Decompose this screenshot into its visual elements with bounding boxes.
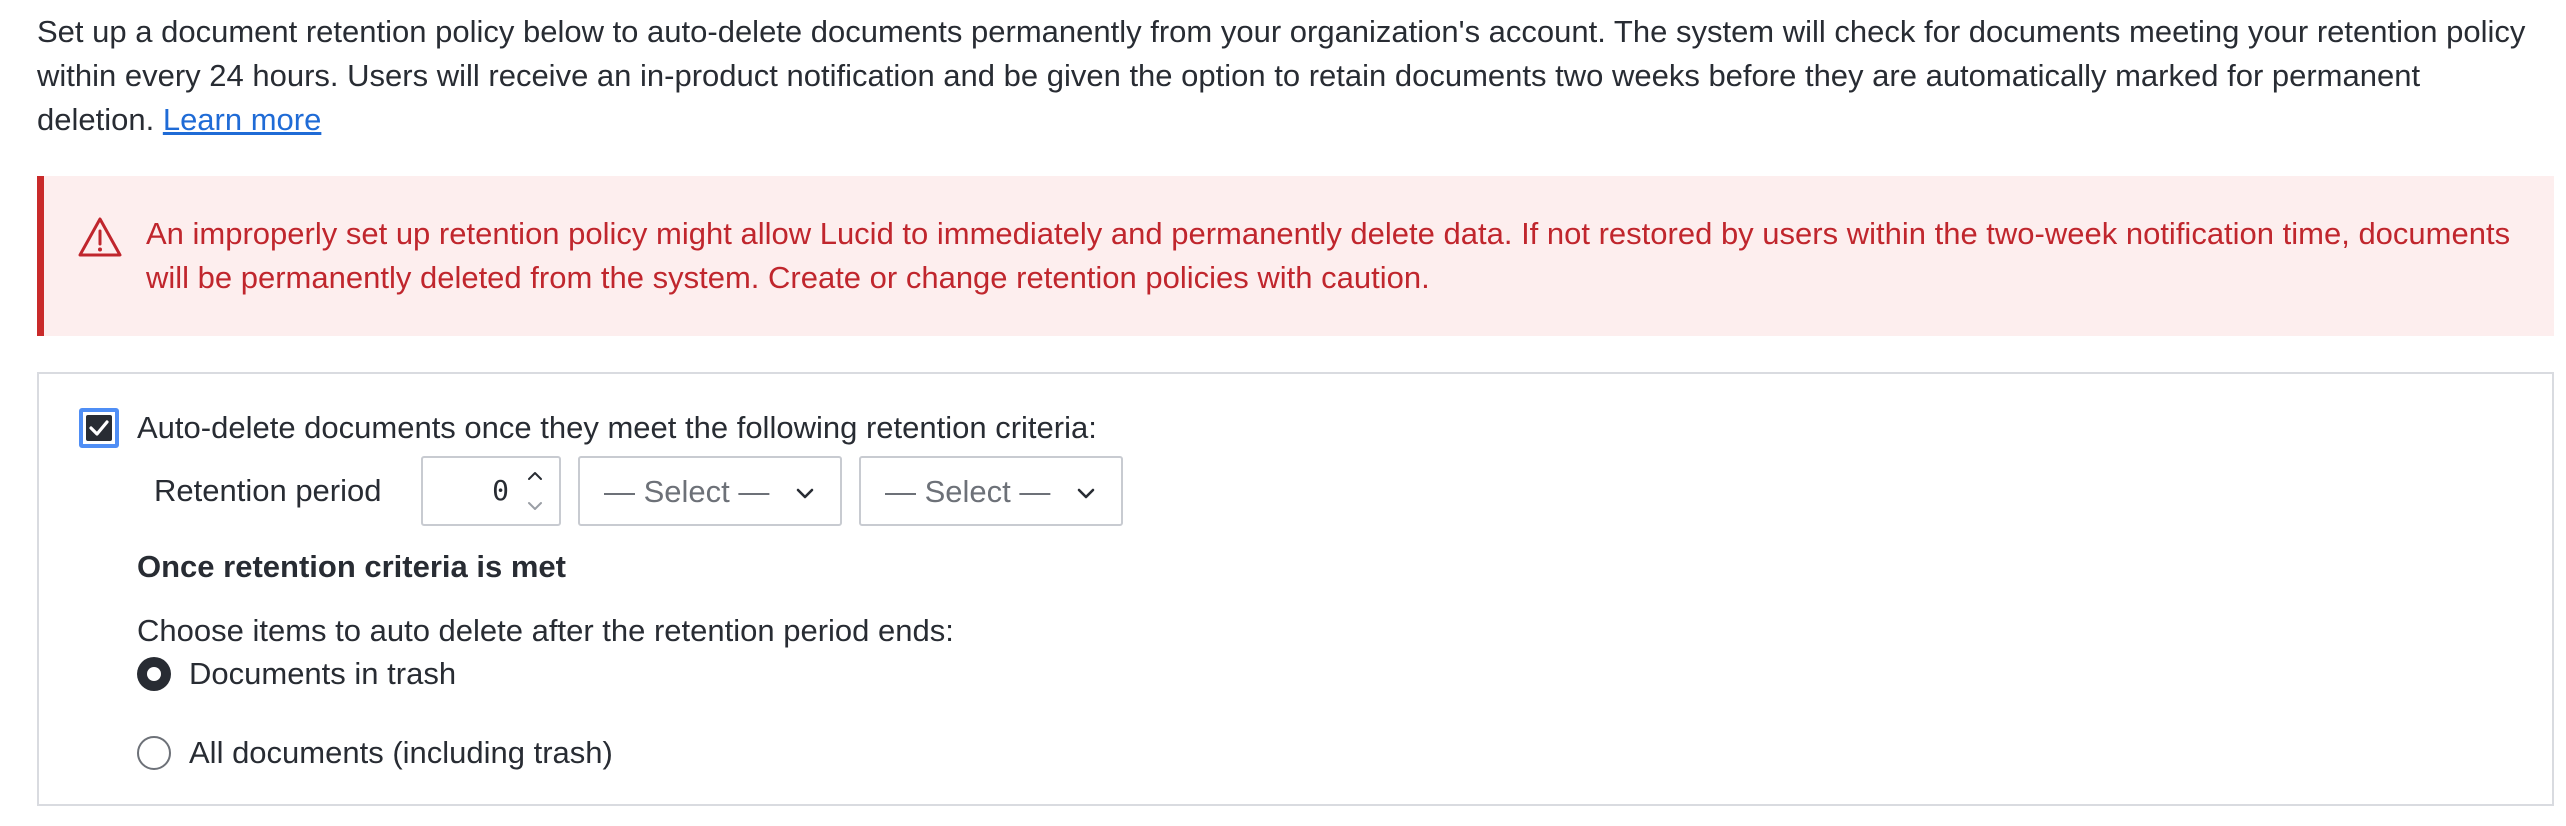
stepper-down-icon[interactable]	[526, 500, 544, 512]
radio-all-documents[interactable]	[137, 736, 171, 770]
warning-triangle-icon	[78, 217, 122, 257]
intro-text: Set up a document retention policy below…	[37, 10, 2537, 142]
warning-text: An improperly set up retention policy mi…	[146, 216, 2511, 295]
retention-period-input[interactable]: 0	[421, 456, 561, 526]
chevron-down-icon	[1077, 488, 1095, 499]
retention-unit-select[interactable]: — Select —	[578, 456, 842, 526]
radio-label-documents-in-trash[interactable]: Documents in trash	[189, 653, 456, 695]
checkmark-icon	[89, 420, 109, 436]
number-stepper[interactable]	[525, 470, 545, 512]
radio-documents-in-trash[interactable]	[137, 657, 171, 691]
retention-unit-select-value: — Select —	[604, 474, 770, 509]
retention-period-value[interactable]: 0	[492, 472, 509, 510]
checkbox-fill	[86, 415, 112, 441]
radio-label-all-documents[interactable]: All documents (including trash)	[189, 732, 613, 774]
intro-description: Set up a document retention policy below…	[37, 14, 2526, 137]
stepper-up-icon[interactable]	[526, 470, 544, 482]
retention-criteria-select[interactable]: — Select —	[859, 456, 1123, 526]
retention-period-label: Retention period	[154, 473, 382, 508]
learn-more-link[interactable]: Learn more	[163, 102, 322, 137]
auto-delete-label[interactable]: Auto-delete documents once they meet the…	[137, 407, 1097, 449]
retention-policy-panel: Auto-delete documents once they meet the…	[37, 372, 2554, 806]
retention-criteria-select-value: — Select —	[885, 474, 1051, 509]
warning-banner: An improperly set up retention policy mi…	[37, 176, 2554, 336]
auto-delete-checkbox[interactable]	[79, 408, 119, 448]
chevron-down-icon	[796, 488, 814, 499]
section-title: Once retention criteria is met	[137, 549, 566, 584]
choose-items-label: Choose items to auto delete after the re…	[137, 613, 954, 648]
radio-selected-dot	[147, 667, 161, 681]
